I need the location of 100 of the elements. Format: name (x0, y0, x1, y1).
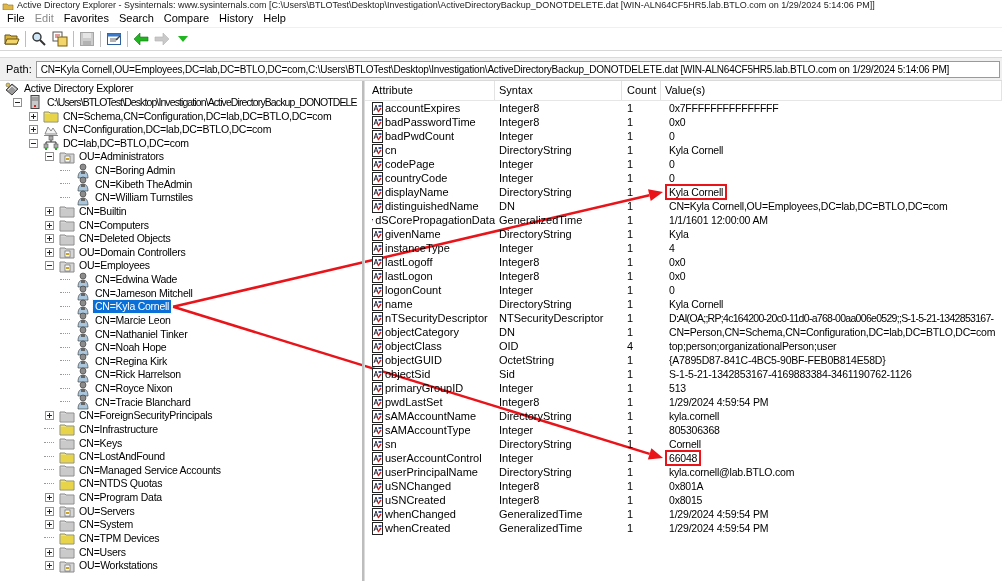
tree-item[interactable]: CN=Regina Kirk (93, 354, 170, 368)
attribute-name[interactable]: whenCreated (385, 522, 451, 534)
tree-item[interactable]: Active Directory Explorer (22, 82, 136, 96)
collapse-toggle[interactable] (12, 97, 22, 107)
user-icon (75, 189, 91, 206)
tree-item[interactable]: CN=Kibeth TheAdmin (93, 177, 195, 191)
compare-icon[interactable] (52, 31, 68, 47)
tree-item[interactable]: OU=Employees (77, 259, 152, 273)
search-icon[interactable] (31, 31, 47, 47)
menu-item[interactable]: History (214, 11, 259, 26)
table-cell: DirectoryString (499, 228, 572, 240)
table-cell: 1 (627, 256, 634, 268)
properties-icon[interactable] (106, 31, 122, 47)
menu-item[interactable]: Compare (158, 11, 215, 26)
attribute-name[interactable]: distinguishedName (385, 200, 479, 212)
menu-item[interactable]: Help (258, 11, 291, 26)
attribute-name[interactable]: lastLogoff (385, 256, 433, 268)
attribute-name[interactable]: nTSecurityDescriptor (385, 312, 488, 324)
expand-toggle[interactable] (44, 220, 54, 230)
attribute-name[interactable]: badPwdCount (385, 130, 455, 142)
attribute-name[interactable]: uSNChanged (385, 480, 452, 492)
attribute-name[interactable]: codePage (385, 158, 435, 170)
collapse-toggle[interactable] (44, 261, 54, 271)
tree-item[interactable]: OU=Administrators (77, 150, 166, 164)
path-field[interactable]: CN=Kyla Cornell,OU=Employees,DC=lab,DC=BTLO,DC=com,C:\Users\BTLOTest\Desktop\Investigation\ActiveDirectoryBackup_DONOTDELETE.dat [WIN-ALN64CF5HR5.lab.BTLO.com on 1/29/2024 5:14:06 PM] (35, 60, 1000, 78)
expand-toggle[interactable] (44, 547, 54, 557)
tree-item[interactable]: CN=Configuration,DC=lab,DC=BTLO,DC=com (61, 123, 274, 137)
tree-item[interactable]: CN=Computers (77, 218, 151, 232)
column-header[interactable]: Value(s) (661, 81, 1002, 100)
attribute-name[interactable]: displayName (385, 186, 449, 198)
attribute-name[interactable]: badPasswordTime (385, 116, 476, 128)
table-cell: 1 (627, 186, 634, 198)
tree-item[interactable]: CN=Builtin (77, 204, 129, 218)
attribute-name[interactable]: objectCategory (385, 326, 459, 338)
tree-item[interactable]: CN=Schema,CN=Configuration,DC=lab,DC=BTLO,DC=com (61, 109, 334, 123)
attribute-name[interactable]: objectClass (385, 340, 442, 352)
tree-item[interactable]: OU=Domain Controllers (77, 245, 188, 259)
collapse-toggle[interactable] (44, 152, 54, 162)
tree-item[interactable]: CN=ForeignSecurityPrincipals (77, 409, 215, 423)
attribute-name[interactable]: userPrincipalName (385, 466, 478, 478)
menu-item[interactable]: Favorites (58, 11, 114, 26)
attribute-name[interactable]: uSNCreated (385, 494, 446, 506)
expand-toggle[interactable] (44, 234, 54, 244)
tree-item[interactable]: CN=Royce Nixon (93, 382, 175, 396)
column-header[interactable]: Syntax (495, 81, 622, 100)
attribute-name[interactable]: lastLogon (385, 270, 433, 282)
tree-item[interactable]: CN=TPM Devices (77, 531, 162, 545)
tree-item[interactable]: CN=Jameson Mitchell (93, 286, 195, 300)
expand-toggle[interactable] (44, 506, 54, 516)
tree-item[interactable]: CN=Users (77, 545, 128, 559)
attribute-name[interactable]: objectGUID (385, 354, 442, 366)
tree-item[interactable]: C:\Users\BTLOTest\Desktop\Investigation\ActiveDirectoryBackup_DONOTDELE (45, 95, 359, 109)
tree-item[interactable]: CN=Marcie Leon (93, 313, 173, 327)
tree-item[interactable]: CN=Noah Hope (93, 341, 169, 355)
attribute-name[interactable]: accountExpires (385, 102, 461, 114)
attribute-name[interactable]: dSCorePropagationData (375, 214, 495, 226)
attribute-name[interactable]: logonCount (385, 284, 442, 296)
expand-toggle[interactable] (44, 206, 54, 216)
menu-item[interactable]: File (2, 11, 30, 26)
tree-item[interactable]: CN=Edwina Wade (93, 273, 180, 287)
tree-item[interactable]: CN=Nathaniel Tinker (93, 327, 190, 341)
attribute-name[interactable]: pwdLastSet (385, 396, 443, 408)
tree-item[interactable]: OU=Servers (77, 504, 137, 518)
attribute-name[interactable]: sAMAccountName (385, 410, 477, 422)
column-header[interactable]: Attribute (365, 81, 495, 100)
attribute-name[interactable]: countryCode (385, 172, 448, 184)
tree-item[interactable]: CN=Keys (77, 436, 124, 450)
attribute-name[interactable]: sAMAccountType (385, 424, 471, 436)
tree-item[interactable]: CN=LostAndFound (77, 450, 167, 464)
tree-item[interactable]: CN=NTDS Quotas (77, 477, 165, 491)
expand-toggle[interactable] (44, 561, 54, 571)
expand-toggle[interactable] (28, 125, 38, 135)
attribute-name[interactable]: givenName (385, 228, 441, 240)
tree-item[interactable]: CN=Managed Service Accounts (77, 463, 223, 477)
tree-item[interactable]: CN=Kyla Cornell (93, 300, 172, 314)
expand-toggle[interactable] (28, 111, 38, 121)
expand-toggle[interactable] (44, 247, 54, 257)
tree-item[interactable]: DC=lab,DC=BTLO,DC=com (61, 136, 191, 150)
tree-item[interactable]: CN=Infrastructure (77, 422, 160, 436)
tree-item[interactable]: CN=Rick Harrelson (93, 368, 183, 382)
attribute-name[interactable]: name (385, 298, 413, 310)
expand-toggle[interactable] (44, 411, 54, 421)
tree-item[interactable]: CN=Tracie Blanchard (93, 395, 193, 409)
collapse-toggle[interactable] (28, 138, 38, 148)
open-folder-icon[interactable] (4, 31, 20, 47)
expand-toggle[interactable] (44, 493, 54, 503)
column-header[interactable]: Count (622, 81, 661, 100)
tree-item[interactable]: CN=Deleted Objects (77, 232, 173, 246)
attribute-name[interactable]: sn (385, 438, 397, 450)
tree-item[interactable]: CN=Program Data (77, 491, 164, 505)
expand-toggle[interactable] (44, 520, 54, 530)
back-arrow-icon[interactable] (133, 31, 149, 47)
menu-item[interactable]: Search (113, 11, 159, 26)
tree-item[interactable]: CN=Boring Admin (93, 164, 177, 178)
attribute-name[interactable]: userAccountControl (385, 452, 482, 464)
tree-item[interactable]: OU=Workstations (77, 559, 160, 573)
attribute-name[interactable]: cn (385, 144, 397, 156)
attribute-name[interactable]: whenChanged (385, 508, 456, 520)
tree-item[interactable]: CN=William Turnstiles (93, 191, 195, 205)
tree-item[interactable]: CN=System (77, 518, 136, 532)
